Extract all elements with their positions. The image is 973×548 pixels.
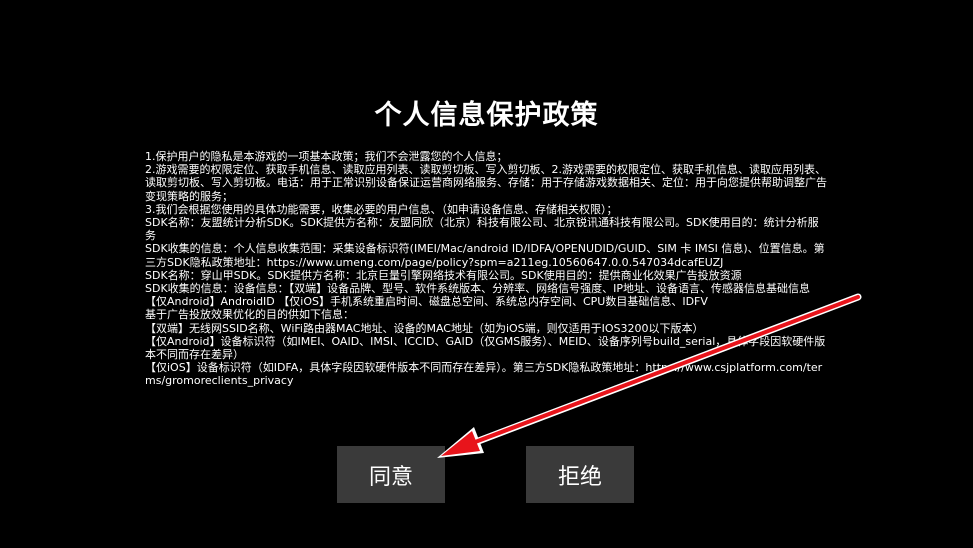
policy-line: SDK名称：友盟统计分析SDK。SDK提供方名称：友盟同欣（北京）科技有限公司、… (145, 216, 819, 243)
policy-line: 【仅iOS】设备标识符（如IDFA，具体字段因软硬件版本不同而存在差异）。第三方… (145, 361, 823, 388)
policy-line: 2.游戏需要的权限定位、获取手机信息、读取应用列表、读取剪切板、写入剪切板、2.… (145, 163, 827, 203)
policy-line: 3.我们会根据您使用的具体功能需要，收集必要的用户信息、（如申请设备信息、存储相… (145, 202, 618, 216)
policy-line: SDK收集的信息：个人信息收集范围：采集设备标识符(IMEI/Mac/andro… (145, 242, 825, 269)
agree-button[interactable]: 同意 (337, 446, 445, 503)
page-title: 个人信息保护政策 (374, 100, 599, 131)
policy-line: 【仅Android】设备标识符（如IMEI、OAID、IMSI、ICCID、GA… (145, 334, 826, 362)
policy-line: 【仅Android】AndroidID 【仅iOS】手机系统重启时间、磁盘总空间… (145, 295, 708, 309)
policy-text: 1.保护用户的隐私是本游戏的一项基本政策；我们不会泄露您的个人信息； 2.游戏需… (145, 150, 829, 388)
policy-line: 【双端】无线网SSID名称、WiFi路由器MAC地址、设备的MAC地址（如为iO… (145, 321, 704, 335)
policy-line: 基于广告投放效果优化的目的供如下信息： (145, 308, 354, 322)
policy-line: SDK名称：穿山甲SDK。SDK提供方名称：北京巨量引擎网络技术有限公司。SDK… (145, 268, 742, 282)
reject-button[interactable]: 拒绝 (526, 446, 634, 503)
policy-text-scroll-area[interactable]: 1.保护用户的隐私是本游戏的一项基本政策；我们不会泄露您的个人信息； 2.游戏需… (145, 150, 829, 398)
policy-line: SDK收集的信息：设备信息：【双端】设备品牌、型号、软件系统版本、分辨率、网络信… (145, 282, 811, 296)
policy-line: 1.保护用户的隐私是本游戏的一项基本政策；我们不会泄露您的个人信息； (145, 150, 508, 163)
